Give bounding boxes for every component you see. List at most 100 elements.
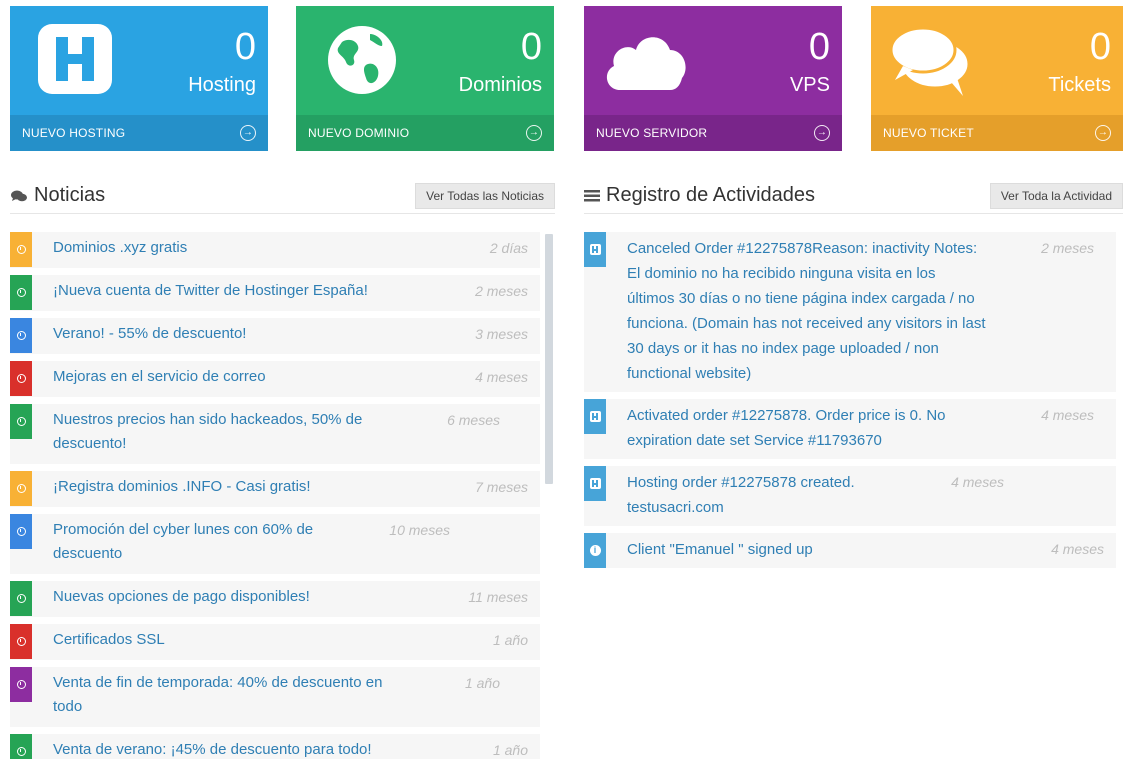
news-item-time: 3 meses [475,326,528,342]
vps-label: VPS [789,74,830,96]
new-ticket-label: NUEVO TICKET [883,126,974,140]
view-all-news-button[interactable]: Ver Todas las Noticias [415,182,555,209]
hosting-tile[interactable]: 0 Hosting NUEVO HOSTING → [10,6,268,151]
clock-icon [10,404,32,439]
news-item-time: 2 meses [475,283,528,299]
clock-icon [10,514,32,549]
clock-icon [10,318,32,353]
activity-item[interactable]: Canceled Order #12275878Reason: inactivi… [584,232,1116,392]
activity-item-time: 4 meses [1051,541,1104,557]
news-item[interactable]: Mejoras en el servicio de correo 4 meses [10,361,540,397]
news-item-title[interactable]: Venta de fin de temporada: 40% de descue… [32,663,392,727]
news-item[interactable]: Dominios .xyz gratis 2 días [10,232,540,268]
news-item-time: 1 año [492,742,528,758]
news-item-title[interactable]: ¡Nueva cuenta de Twitter de Hostinger Es… [32,271,420,311]
new-ticket-link[interactable]: NUEVO TICKET → [871,115,1123,151]
info-icon: i [584,533,606,568]
news-item-time: 6 meses [447,412,500,428]
news-item-time: 7 meses [475,479,528,495]
news-item[interactable]: Venta de fin de temporada: 40% de descue… [10,667,540,727]
tickets-label: Tickets [1048,74,1111,96]
arrow-circle-right-icon: → [240,125,256,141]
activity-item-time: 2 meses [1041,240,1094,256]
new-domain-link[interactable]: NUEVO DOMINIO → [296,115,554,151]
news-item-title[interactable]: Certificados SSL [32,620,420,660]
news-item-time: 1 año [464,675,500,691]
chat-bubbles-icon [887,20,977,100]
hosting-h-icon [26,20,116,100]
clock-icon [10,667,32,702]
arrow-circle-right-icon: → [526,125,542,141]
arrow-circle-right-icon: → [1095,125,1111,141]
news-item-time: 11 meses [468,589,528,605]
vps-tile[interactable]: 0 VPS NUEVO SERVIDOR → [584,6,842,151]
clock-icon [10,734,32,759]
new-hosting-link[interactable]: NUEVO HOSTING → [10,115,268,151]
activity-list: Canceled Order #12275878Reason: inactivi… [584,232,1116,575]
news-item-time: 2 días [489,240,528,256]
cloud-icon [600,20,690,100]
news-header: Noticias Ver Todas las Noticias [10,178,555,214]
news-item-title[interactable]: Nuevas opciones de pago disponibles! [32,577,420,617]
news-item-time: 4 meses [475,369,528,385]
tickets-tile[interactable]: 0 Tickets NUEVO TICKET → [871,6,1123,151]
news-title: Noticias [10,184,105,207]
news-list: Dominios .xyz gratis 2 días ¡Nueva cuent… [10,232,540,759]
clock-icon [10,361,32,396]
hosting-h-icon [584,399,606,434]
tickets-count: 0 [1089,26,1111,68]
hosting-h-icon [584,466,606,501]
activity-item-text[interactable]: Hosting order #12275878 created. testusa… [606,462,896,526]
clock-icon [10,275,32,310]
activity-item[interactable]: i Client "Emanuel " signed up 4 meses [584,533,1116,568]
activity-title-text: Registro de Actividades [606,184,816,206]
news-item-time: 10 meses [389,522,450,538]
activity-item-text[interactable]: Canceled Order #12275878Reason: inactivi… [606,228,986,392]
news-item[interactable]: Verano! - 55% de descuento! 3 meses [10,318,540,354]
activity-item-time: 4 meses [1041,407,1094,423]
list-icon [584,189,600,201]
activity-item-text[interactable]: Activated order #12275878. Order price i… [606,395,986,459]
activity-item-time: 4 meses [951,474,1004,490]
vps-count: 0 [808,26,830,68]
globe-icon [312,20,402,100]
news-item[interactable]: Nuevas opciones de pago disponibles! 11 … [10,581,540,617]
view-all-activity-button[interactable]: Ver Toda la Actividad [989,182,1123,209]
news-item[interactable]: ¡Nueva cuenta de Twitter de Hostinger Es… [10,275,540,311]
activity-header: Registro de Actividades Ver Toda la Acti… [584,178,1123,214]
news-item-title[interactable]: Nuestros precios han sido hackeados, 50%… [32,400,392,464]
news-item[interactable]: Certificados SSL 1 año [10,624,540,660]
domains-tile[interactable]: 0 Dominios NUEVO DOMINIO → [296,6,554,151]
news-scrollbar[interactable] [545,234,553,484]
activity-item-text[interactable]: Client "Emanuel " signed up [606,529,996,568]
hosting-h-icon [584,232,606,267]
news-item-time: 1 año [492,632,528,648]
news-item-title[interactable]: Venta de verano: ¡45% de descuento para … [32,730,420,759]
comments-icon [11,190,27,201]
domains-label: Dominios [458,74,542,96]
news-item[interactable]: Promoción del cyber lunes con 60% de des… [10,514,540,574]
news-item[interactable]: ¡Registra dominios .INFO - Casi gratis! … [10,471,540,507]
hosting-label: Hosting [188,74,256,96]
news-item-title[interactable]: ¡Registra dominios .INFO - Casi gratis! [32,467,420,507]
arrow-circle-right-icon: → [814,125,830,141]
news-item-title[interactable]: Verano! - 55% de descuento! [32,314,420,354]
activity-item[interactable]: Activated order #12275878. Order price i… [584,399,1116,459]
news-item-title[interactable]: Promoción del cyber lunes con 60% de des… [32,510,342,574]
new-server-link[interactable]: NUEVO SERVIDOR → [584,115,842,151]
news-item[interactable]: Venta de verano: ¡45% de descuento para … [10,734,540,759]
news-item-title[interactable]: Mejoras en el servicio de correo [32,357,420,397]
hosting-count: 0 [234,26,256,68]
clock-icon [10,624,32,659]
clock-icon [10,232,32,267]
activity-title: Registro de Actividades [584,184,815,207]
news-item-title[interactable]: Dominios .xyz gratis [32,228,420,268]
new-domain-label: NUEVO DOMINIO [308,126,410,140]
clock-icon [10,581,32,616]
domains-count: 0 [520,26,542,68]
activity-item[interactable]: Hosting order #12275878 created. testusa… [584,466,1116,526]
clock-icon [10,471,32,506]
new-hosting-label: NUEVO HOSTING [22,126,126,140]
news-title-text: Noticias [34,184,106,206]
news-item[interactable]: Nuestros precios han sido hackeados, 50%… [10,404,540,464]
